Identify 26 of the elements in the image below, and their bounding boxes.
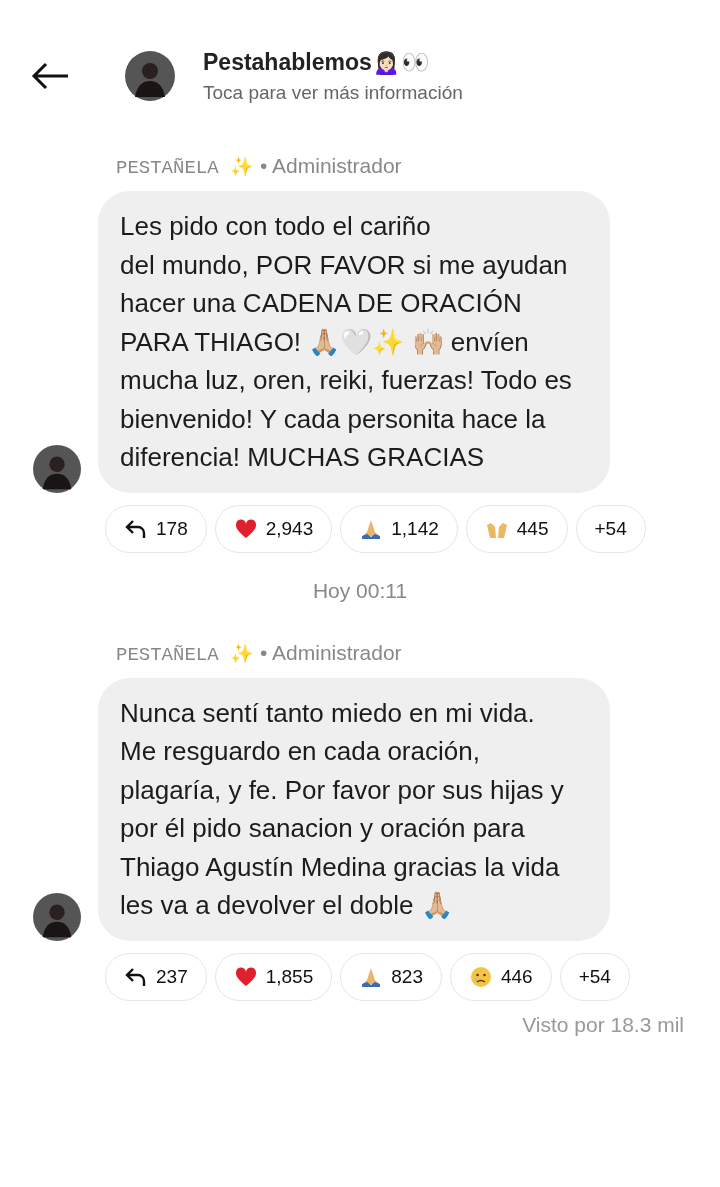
avatar[interactable] [33, 892, 81, 941]
chat-title[interactable]: Pestahablemos🙍🏻‍♀👀 [203, 48, 463, 76]
date-separator: Hoy 00:11 [311, 578, 409, 603]
avatar[interactable] [33, 444, 81, 493]
back-icon[interactable] [30, 61, 70, 91]
reaction-chip[interactable]: 2,943 [214, 504, 333, 553]
reaction-chip[interactable]: 1,142 [340, 504, 458, 553]
sad-face-icon [468, 964, 493, 989]
reaction-chip[interactable]: 446 [449, 952, 552, 1001]
message-bubble: Nunca sentí tanto miedo en mi vida. Me resguardo en cada oración, plagaría, y fe. Por favor por sus hijas y por él pido sanacion y oración para Thiago Agustín Medina gracias la vida les va a devolver el doble 🙏🏼 [98, 677, 610, 941]
heart-icon [233, 516, 258, 541]
sender-name: PESTAÑELA ✨ [116, 156, 255, 179]
seen-count: Visto por 18.3 mil [521, 1012, 685, 1037]
chat-subtitle[interactable]: Toca para ver más información [203, 81, 463, 104]
sender-role: • Administrador [260, 640, 402, 665]
sender-role: • Administrador [260, 154, 402, 178]
reaction-chip[interactable]: 823 [340, 952, 442, 1001]
reaction-chip[interactable]: +54 [559, 952, 630, 1001]
message-bubble: Les pido con todo el cariño del mundo, POR FAVOR si me ayudan hacer una CADENA DE ORACIÓN PARA THIAGO! 🙏🏼🤍✨ 🙌🏼 envíen mucha luz, oren, reiki, fuerzas! Todo es bienvenido! Y cada personita hace la diferencia! MUCHAS GRACIAS [98, 191, 610, 493]
reaction-chip[interactable]: 178 [105, 504, 207, 553]
reaction-chip[interactable]: 1,855 [214, 952, 333, 1001]
sender-name: PESTAÑELA ✨ [116, 642, 255, 666]
reaction-chip[interactable]: +54 [575, 504, 646, 553]
reaction-chip[interactable]: 237 [105, 952, 207, 1001]
reaction-chip[interactable]: 445 [465, 504, 568, 553]
avatar[interactable] [125, 51, 175, 101]
